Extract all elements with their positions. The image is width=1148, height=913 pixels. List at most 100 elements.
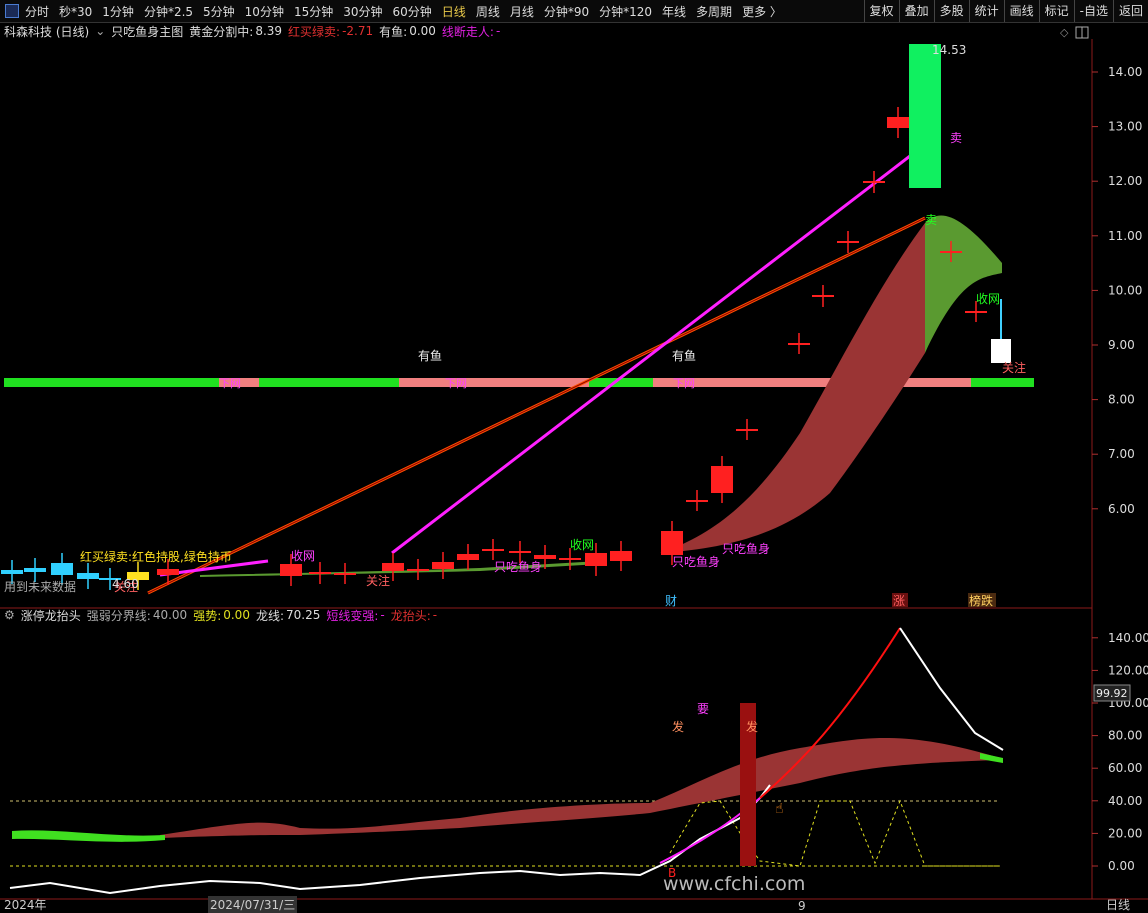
- time-axis-year: 2024年: [4, 898, 47, 912]
- sub-axis-label-4: 60.00: [1108, 761, 1142, 775]
- fish-body-cloud: [660, 223, 925, 553]
- zhang-marker: 涨: [893, 593, 905, 608]
- period-tab-10[interactable]: 周线: [476, 3, 500, 20]
- main-axis-label-8: 6.00: [1108, 502, 1135, 516]
- bangdie-marker: 榜跌: [969, 593, 993, 608]
- candle-body-27: [863, 181, 885, 183]
- strongweak-value: 40.00: [152, 608, 188, 622]
- tool-button-2[interactable]: 多股: [933, 0, 969, 22]
- candle-body-29: [940, 251, 962, 253]
- sub-axis-label-3: 80.00: [1108, 729, 1142, 743]
- period-tab-15[interactable]: 多周期: [696, 3, 732, 20]
- candle-body-13: [457, 554, 479, 560]
- candle-body-0: [1, 570, 23, 574]
- period-tab-8[interactable]: 60分钟: [393, 3, 432, 20]
- sub-axis-group: 140.00120.00100.0080.0060.0040.0020.000.…: [1092, 631, 1148, 873]
- period-tabs: 分时 秒*30 1分钟 分钟*2.5 5分钟 10分钟 15分钟 30分钟 60分钟 日线 周线 月线…: [25, 3, 792, 20]
- tool-button-3[interactable]: 统计: [968, 0, 1004, 22]
- menu-icon[interactable]: [5, 4, 19, 18]
- band-green-1: [4, 378, 219, 387]
- head-label: 龙抬头:: [390, 608, 431, 623]
- high-price-label: 14.53: [932, 43, 966, 57]
- dragon-cloud-green: [12, 830, 165, 842]
- sub-axis-label-6: 20.00: [1108, 826, 1142, 840]
- period-tab-7[interactable]: 30分钟: [343, 3, 382, 20]
- tool-button-7[interactable]: 返回: [1112, 0, 1148, 22]
- tool-button-5[interactable]: 标记: [1038, 0, 1074, 22]
- tool-button-1[interactable]: 叠加: [898, 0, 934, 22]
- period-toolbar: 分时 秒*30 1分钟 分钟*2.5 5分钟 10分钟 15分钟 30分钟 60分钟 日线 周线 月线…: [0, 0, 1148, 23]
- candle-body-30: [965, 311, 987, 313]
- period-tab-4[interactable]: 5分钟: [203, 3, 235, 20]
- main-axis-label-0: 14.00: [1108, 65, 1142, 79]
- fish-label-2: 有鱼: [672, 349, 696, 363]
- chart-svg: 14.00 13.00 12.00 11.00 10.00 9.00 8.00 7.00 6.0…: [0, 26, 1148, 900]
- cai-marker: 财: [665, 594, 677, 608]
- settings-icon[interactable]: ⚙: [4, 608, 15, 622]
- tool-button-0[interactable]: 复权: [863, 0, 899, 22]
- down-net-label-3: 下网: [673, 377, 695, 390]
- candle-body-12: [432, 562, 454, 569]
- fa-label-2: 发: [746, 719, 758, 734]
- tool-button-6[interactable]: -自选: [1073, 0, 1113, 22]
- trend-line-dark: [147, 217, 926, 594]
- close-net-label-1: 收网: [976, 292, 1000, 306]
- period-tab-2[interactable]: 1分钟: [102, 3, 134, 20]
- future-data-label: 用到未来数据: [4, 579, 76, 594]
- strong-line: [669, 799, 1000, 867]
- period-tab-12[interactable]: 分钟*90: [544, 3, 589, 20]
- sub-axis-label-7: 0.00: [1108, 859, 1135, 873]
- watermark: www.cfchi.com: [663, 873, 805, 895]
- time-axis-date: 2024/07/31/三: [208, 896, 298, 913]
- strong-value: 0.00: [223, 608, 250, 622]
- candle-body-3: [77, 573, 99, 579]
- candle-body-21: [686, 500, 708, 502]
- dragon-label: 龙线:: [255, 608, 284, 623]
- candle-body-25: [812, 295, 834, 297]
- candle-body-26: [837, 241, 859, 243]
- period-tab-13[interactable]: 分钟*120: [599, 3, 652, 20]
- period-tab-14[interactable]: 年线: [662, 3, 686, 20]
- candle-body-19: [610, 551, 632, 561]
- candle-body-15: [509, 551, 531, 553]
- period-tab-3[interactable]: 分钟*2.5: [144, 3, 193, 20]
- down-net-label-1: 下网: [219, 377, 241, 390]
- sub-indicator-name[interactable]: 涨停龙抬头: [21, 607, 81, 624]
- candle-body-28: [887, 117, 909, 128]
- hand-cursor-icon: ☝: [775, 801, 784, 817]
- tool-button-4[interactable]: 画线: [1003, 0, 1039, 22]
- candle-body-2: [51, 563, 73, 575]
- time-axis-day: 9: [798, 899, 806, 913]
- strongweak-label: 强弱分界线:: [86, 608, 151, 623]
- main-axis-label-6: 8.00: [1108, 393, 1135, 407]
- candle-body-14: [482, 549, 504, 551]
- main-price-axis: 14.00 13.00 12.00 11.00 10.00 9.00 8.00 7.00 6.0…: [1092, 65, 1142, 516]
- candle-body-10: [382, 563, 404, 571]
- legend-text: 红买绿卖:红色持股,绿色持币: [80, 549, 232, 564]
- diamond-icon: ◇: [1060, 26, 1069, 39]
- period-tab-0[interactable]: 分时: [25, 3, 49, 20]
- sell-marker: 卖: [925, 213, 937, 227]
- head-value: -: [432, 608, 438, 622]
- band-green-2: [259, 378, 399, 387]
- trend-line-magenta: [391, 154, 911, 555]
- sub-axis-label-5: 40.00: [1108, 794, 1142, 808]
- period-tab-16[interactable]: 更多 〉: [742, 3, 782, 20]
- candle-body-8: [309, 572, 331, 574]
- time-axis-period[interactable]: 日线: [1106, 896, 1130, 913]
- close-net-label-2: 收网: [570, 538, 594, 552]
- period-tab-11[interactable]: 月线: [510, 3, 534, 20]
- period-tab-1[interactable]: 秒*30: [59, 3, 92, 20]
- time-axis: 2024年 2024/07/31/三 9 日线: [0, 896, 1148, 913]
- period-tab-5[interactable]: 10分钟: [245, 3, 284, 20]
- fish-body-label-2: 只吃鱼身: [672, 554, 720, 569]
- chart-area: 科森科技 (日线) ⌄ 只吃鱼身主图 黄金分割中: 8.39 红买绿卖: -2.…: [0, 23, 1148, 913]
- candle-body-16: [534, 555, 556, 559]
- candle-body-24: [788, 343, 810, 345]
- fish-label-1: 有鱼: [418, 349, 442, 363]
- period-tab-6[interactable]: 15分钟: [294, 3, 333, 20]
- sub-info-bar: ⚙ 涨停龙抬头 强弱分界线: 40.00 强势: 0.00 龙线: 70.25 …: [4, 607, 443, 623]
- fish-body-label-3: 只吃鱼身: [494, 559, 542, 574]
- fish-body-label-1: 只吃鱼身: [722, 541, 770, 556]
- period-tab-9[interactable]: 日线: [442, 3, 466, 20]
